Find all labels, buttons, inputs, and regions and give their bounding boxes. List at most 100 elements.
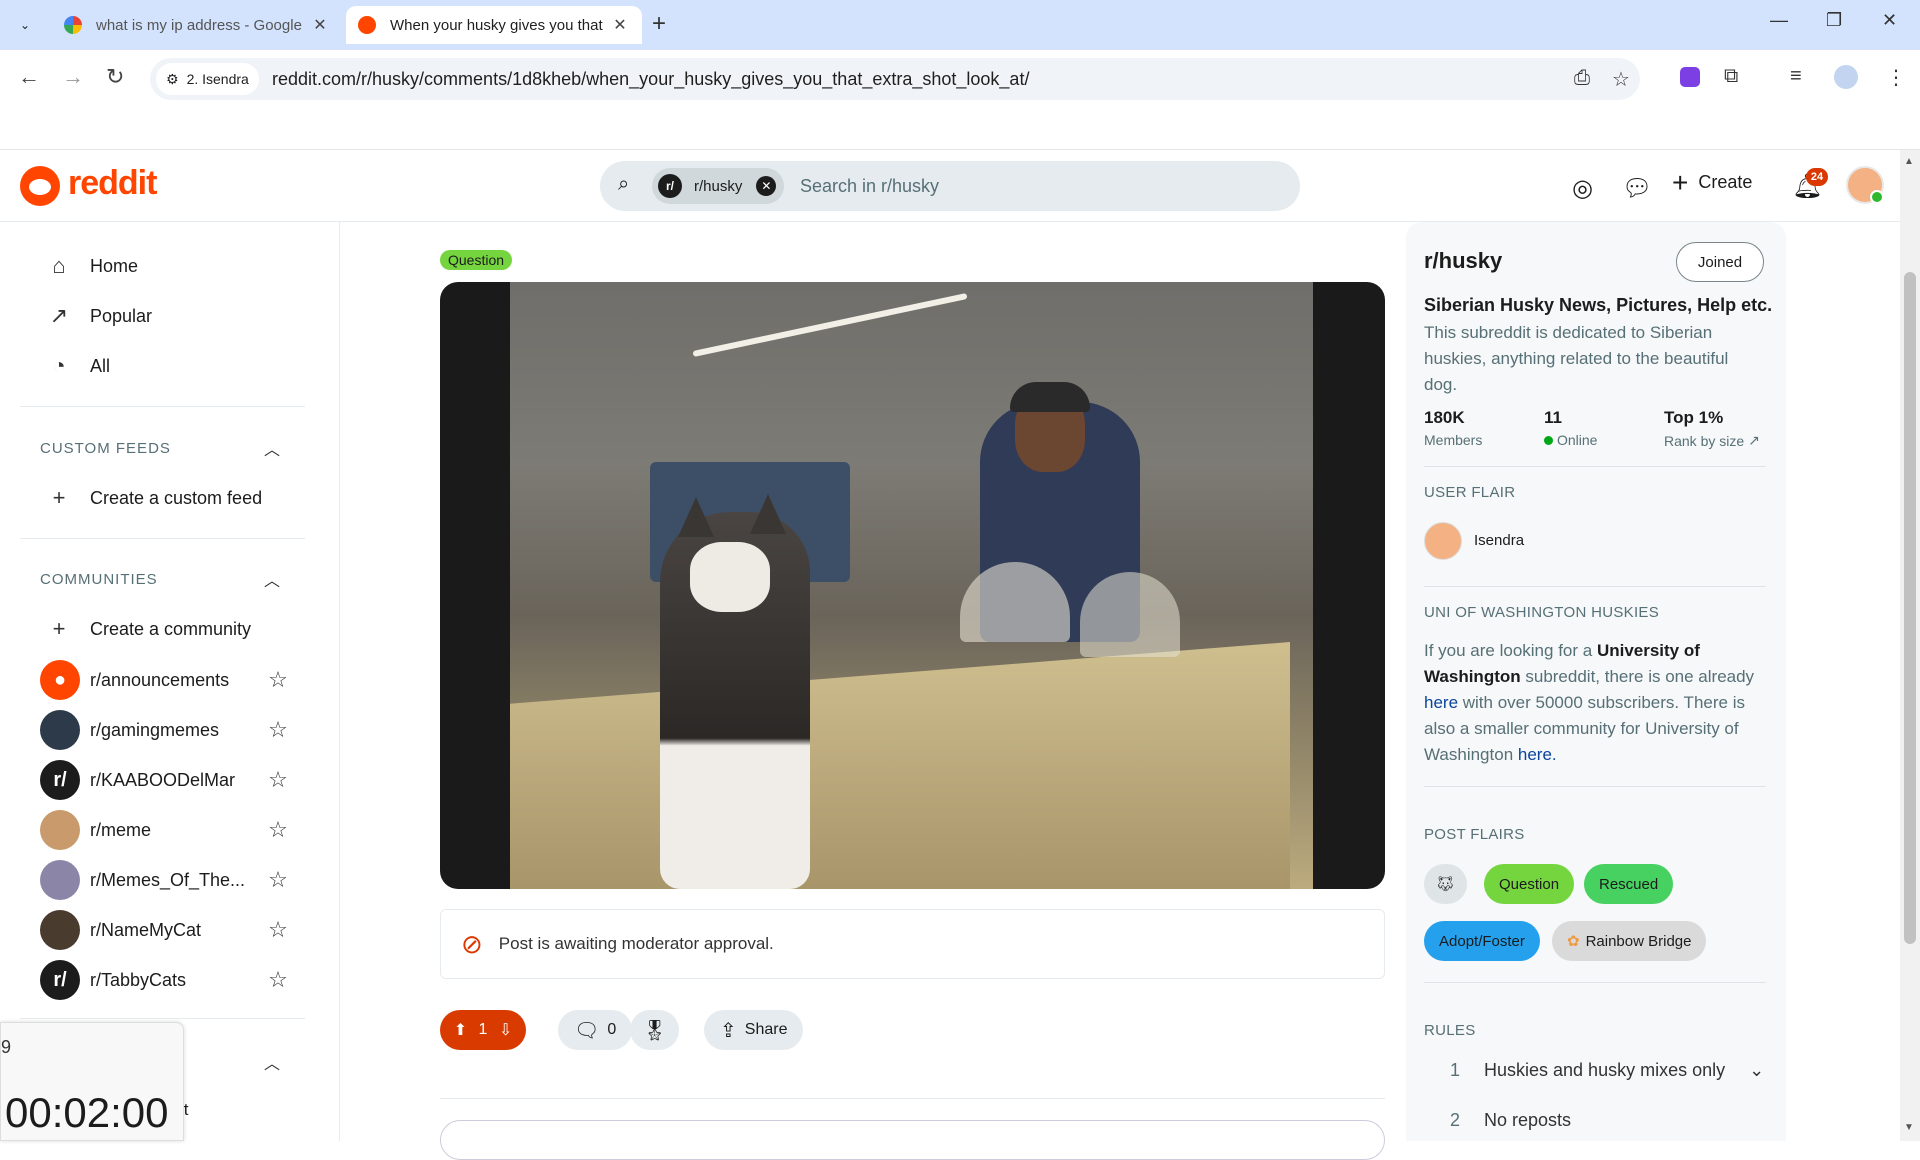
create-button[interactable]: + Create [1672,166,1752,198]
url-text[interactable]: reddit.com/r/husky/comments/1d8kheb/when… [272,69,1029,90]
bookmark-star-icon[interactable]: ☆ [1612,67,1630,92]
image-barista-cap [1010,382,1090,412]
award-icon: 🎖︎ [642,1019,668,1042]
extensions-puzzle-icon[interactable]: ⧉ [1724,65,1738,88]
joined-button[interactable]: Joined [1676,242,1764,282]
media-control-icon[interactable]: ≡ [1790,65,1802,88]
chevron-up-icon[interactable]: ︿ [264,567,280,591]
timer-value: 00:02:00 [5,1089,169,1136]
create-custom-feed[interactable]: + Create a custom feed [44,478,263,518]
nav-home[interactable]: ⌂ Home [44,246,138,286]
scroll-up-arrow-icon[interactable]: ▲ [1904,156,1914,167]
community-item[interactable]: r/r/TabbyCats ☆ [40,958,290,1002]
vote-score: 1 [478,1021,488,1038]
post-flair-adopt-foster[interactable]: Adopt/Foster [1424,921,1540,961]
rule-item[interactable]: 2 No reposts [1450,1110,1571,1131]
chevron-up-icon[interactable]: ︿ [264,436,280,460]
close-tab-icon[interactable]: ✕ [310,15,330,35]
chevron-up-icon[interactable]: ︿ [264,1050,280,1074]
rainbow-icon: ✿ [1567,933,1580,950]
reddit-logo-icon[interactable] [20,166,60,206]
chevron-down-icon[interactable]: ⌄ [1749,1060,1764,1080]
stat-label: Members [1424,432,1483,448]
community-item[interactable]: r/meme ☆ [40,808,290,852]
back-icon[interactable]: ← [18,64,40,90]
custom-feeds-title[interactable]: CUSTOM FEEDS [40,440,171,457]
star-icon[interactable]: ☆ [266,967,290,993]
stat-rank[interactable]: Top 1% Rank by size ↗ [1664,408,1760,449]
subreddit-name[interactable]: r/husky [1424,248,1502,274]
timer-widget[interactable]: 9 00:02:00 [0,1022,184,1141]
forward-icon[interactable]: → [62,64,84,90]
plus-icon: + [1672,166,1689,198]
rule-item[interactable]: 1 Huskies and husky mixes only ⌄ [1450,1060,1764,1081]
community-item[interactable]: ● r/announcements ☆ [40,658,290,702]
site-info-chip[interactable]: ⚙ 2. Isendra [156,63,259,95]
advertise-icon[interactable]: ◎ [1572,174,1593,203]
star-icon[interactable]: ☆ [266,767,290,793]
post-flair-rescued[interactable]: Rescued [1584,864,1674,904]
minimize-icon[interactable]: — [1770,10,1788,31]
site-chip-label: 2. Isendra [186,71,249,87]
menu-kebab-icon[interactable]: ⋮ [1886,65,1906,90]
address-bar[interactable]: ⚙ 2. Isendra reddit.com/r/husky/comments… [150,58,1640,100]
clear-scope-icon[interactable]: ✕ [756,176,777,196]
divider [20,406,305,407]
comment-count: 0 [607,1021,617,1038]
star-icon[interactable]: ☆ [266,917,290,943]
user-flair-name[interactable]: Isendra [1474,532,1524,549]
award-button[interactable]: 🎖︎ [630,1010,680,1050]
community-item[interactable]: r/gamingmemes ☆ [40,708,290,752]
reddit-header: reddit ⌕ r/ r/husky ✕ Search in r/husky … [0,150,1900,222]
star-icon[interactable]: ☆ [266,867,290,893]
browser-tab-google[interactable]: what is my ip address - Google ✕ [52,6,342,44]
community-item[interactable]: r/Memes_Of_The... ☆ [40,858,290,902]
close-tab-icon[interactable]: ✕ [610,15,630,35]
comment-input[interactable] [440,1120,1385,1160]
chat-icon[interactable]: 💬︎ [1622,174,1652,203]
star-icon[interactable]: ☆ [266,667,290,693]
uw-link-here-2[interactable]: here. [1518,745,1557,764]
scrollbar-thumb[interactable] [1904,272,1916,944]
post-flair-husky-icon[interactable]: 🐺︎ [1424,864,1468,904]
post-flair[interactable]: Question [440,250,513,270]
post-media[interactable] [440,282,1385,889]
post-flairs-title: POST FLAIRS [1424,826,1525,843]
scroll-down-arrow-icon[interactable]: ▼ [1904,1122,1914,1133]
install-app-icon[interactable]: ⎙ [1574,67,1590,90]
nav-popular[interactable]: ↗ Popular [44,296,152,336]
search-input[interactable]: Search in r/husky [800,176,939,197]
profile-icon[interactable] [1834,65,1858,89]
stat-members: 180K Members [1424,408,1482,448]
uw-link-here[interactable]: here [1424,693,1458,712]
stat-online: 11 Online [1544,408,1597,448]
share-button[interactable]: ⇪ Share [704,1010,804,1050]
star-icon[interactable]: ☆ [266,817,290,843]
post-flair-question[interactable]: Question [1484,864,1575,904]
upvote-icon[interactable]: ⬆ [454,1020,467,1040]
search-bar[interactable]: ⌕ r/ r/husky ✕ Search in r/husky [600,161,1300,211]
community-item[interactable]: r/r/KAABOODelMar ☆ [40,758,290,802]
close-window-icon[interactable]: ✕ [1882,10,1897,31]
reload-icon[interactable]: ↻ [106,64,124,90]
user-avatar[interactable] [1846,166,1884,204]
nav-label: Home [90,255,139,276]
reddit-favicon-icon [358,16,376,34]
browser-tab-reddit[interactable]: When your husky gives you that ✕ [346,6,642,44]
divider [20,538,305,539]
post-flair-rainbow-bridge[interactable]: ✿ Rainbow Bridge [1552,921,1707,961]
community-item[interactable]: r/NameMyCat ☆ [40,908,290,952]
nav-all[interactable]: ◔ All [44,346,110,386]
communities-title[interactable]: COMMUNITIES [40,571,158,588]
comments-button[interactable]: 🗨︎ 0 [558,1010,633,1050]
reddit-logo-text[interactable]: reddit [68,164,157,203]
star-icon[interactable]: ☆ [266,717,290,743]
restore-icon[interactable]: ❐ [1826,10,1842,31]
nav-label: Popular [90,305,153,326]
home-icon: ⌂ [52,253,66,278]
create-community[interactable]: + Create a community [44,609,252,649]
extension-icon[interactable] [1680,67,1700,87]
downvote-icon[interactable]: ⇩ [499,1020,512,1040]
tab-search-dropdown[interactable]: ⌄ [10,10,40,40]
new-tab-button[interactable]: + [652,10,666,38]
